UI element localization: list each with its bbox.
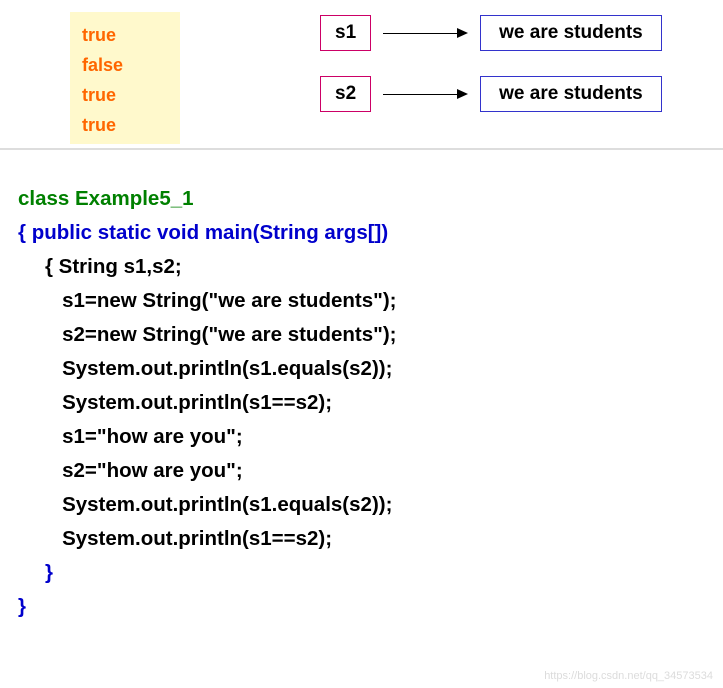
- output-line: true: [82, 80, 168, 110]
- value-box: we are students: [480, 76, 662, 112]
- code-line: { public static void main(String args[]): [18, 216, 711, 250]
- watermark: https://blog.csdn.net/qq_34573534: [544, 670, 713, 682]
- code-line: System.out.println(s1==s2);: [18, 522, 711, 556]
- output-line: true: [82, 20, 168, 50]
- variable-box: s2: [320, 76, 371, 112]
- code-line: class Example5_1: [18, 182, 711, 216]
- class-name: Example5_1: [75, 187, 194, 210]
- open-brace: {: [18, 221, 32, 244]
- code-line: s1=new String("we are students");: [18, 284, 711, 318]
- code-line: { String s1,s2;: [18, 250, 711, 284]
- variable-box: s1: [320, 15, 371, 51]
- method-signature: public static void main(String args[]): [32, 221, 389, 244]
- output-line: true: [82, 110, 168, 140]
- class-keyword: class: [18, 187, 75, 210]
- arrow-icon: [383, 21, 468, 45]
- diagram-row: s2 we are students: [320, 76, 662, 112]
- value-box: we are students: [480, 15, 662, 51]
- close-brace-outer: }: [18, 590, 711, 624]
- close-brace-inner: }: [18, 556, 711, 590]
- code-line: System.out.println(s1==s2);: [18, 386, 711, 420]
- output-box: true false true true: [70, 12, 180, 144]
- code-line: s2="how are you";: [18, 454, 711, 488]
- code-line: s1="how are you";: [18, 420, 711, 454]
- output-line: false: [82, 50, 168, 80]
- top-section: true false true true s1 we are students …: [0, 0, 723, 150]
- code-block: class Example5_1 { public static void ma…: [0, 150, 723, 624]
- arrow-icon: [383, 82, 468, 106]
- code-line: System.out.println(s1.equals(s2));: [18, 488, 711, 522]
- pointer-diagram: s1 we are students s2 we are students: [320, 15, 662, 137]
- code-line: s2=new String("we are students");: [18, 318, 711, 352]
- diagram-row: s1 we are students: [320, 15, 662, 51]
- code-line: System.out.println(s1.equals(s2));: [18, 352, 711, 386]
